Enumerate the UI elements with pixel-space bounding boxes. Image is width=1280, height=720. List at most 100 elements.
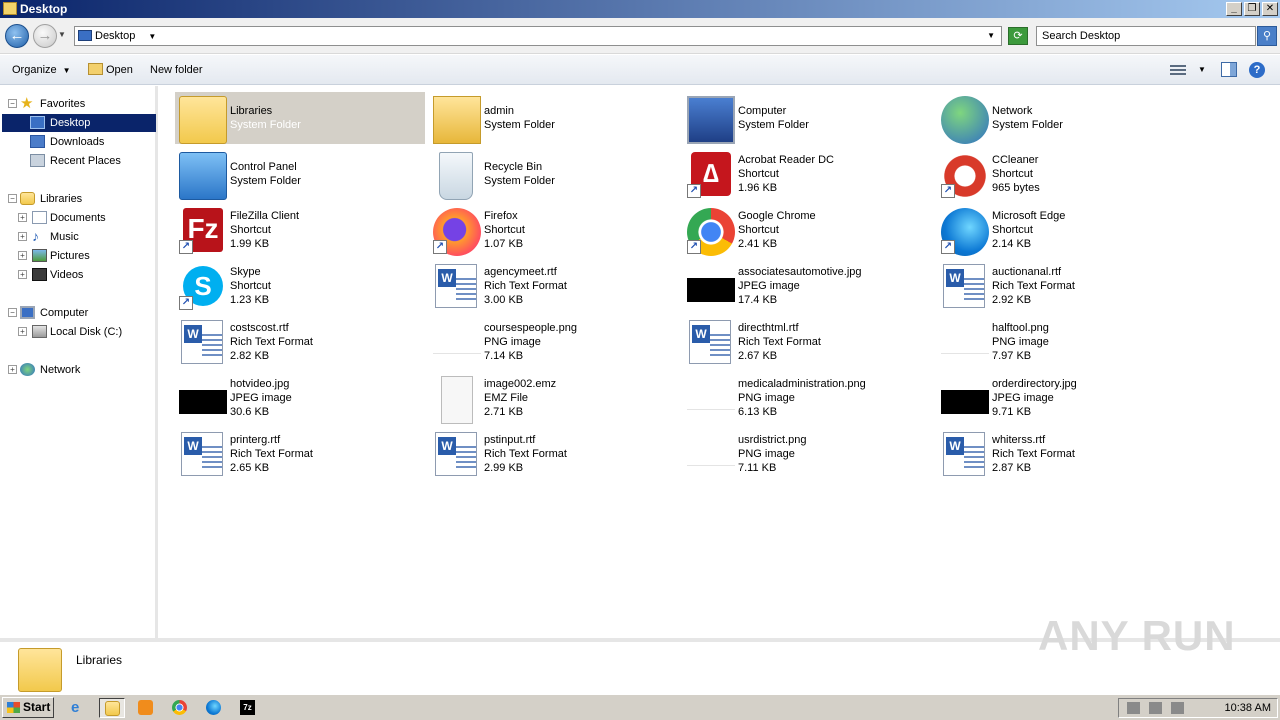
minimize-button[interactable]: _ [1226,2,1242,16]
file-item[interactable]: orderdirectory.jpg JPEG image 9.71 KB [937,372,1187,424]
nav-recent-places[interactable]: Recent Places [2,152,156,170]
file-item[interactable]: coursespeople.png PNG image 7.14 KB [429,316,679,368]
open-button[interactable]: Open [88,63,133,77]
maximize-button[interactable]: ❐ [1244,2,1260,16]
file-item[interactable]: admin System Folder [429,92,679,144]
file-item[interactable]: Recycle Bin System Folder [429,148,679,200]
file-size: 7.97 KB [992,350,1032,362]
change-view-icon[interactable] [1170,63,1186,77]
nav-videos[interactable]: + Videos [18,266,156,284]
file-item[interactable]: ↗ Firefox Shortcut 1.07 KB [429,204,679,256]
file-item[interactable]: S ↗ Skype Shortcut 1.23 KB [175,260,425,312]
rtf-document-icon: W [181,432,223,476]
collapse-icon[interactable]: − [8,99,17,108]
taskbar-chrome[interactable] [167,698,193,718]
address-crumb-desktop[interactable]: Desktop [95,30,135,42]
recent-pages-dropdown-icon[interactable]: ▼ [58,30,66,39]
file-item[interactable]: Libraries System Folder [175,92,425,144]
nav-computer[interactable]: − Computer [8,304,156,322]
nav-desktop[interactable]: Desktop [2,114,156,132]
preview-pane-icon[interactable] [1221,62,1237,77]
file-item[interactable]: associatesautomotive.jpg JPEG image 17.4 K… [683,260,933,312]
file-name: directhtml.rtf [738,322,799,334]
help-icon[interactable]: ? [1249,62,1265,78]
nav-documents[interactable]: + Documents [18,209,156,227]
file-item[interactable]: image002.emz EMZ File 2.71 KB [429,372,679,424]
clock[interactable]: 10:38 AM [1225,702,1271,714]
file-item[interactable]: Wdirecthtml.rtf Rich Text Format 2.67 KB [683,316,933,368]
file-item[interactable]: hotvideo.jpg JPEG image 30.6 KB [175,372,425,424]
file-item[interactable]: Wpstinput.rtf Rich Text Format 2.99 KB [429,428,679,480]
file-item[interactable]: Control Panel System Folder [175,148,425,200]
system-tray: 10:38 AM [1118,698,1278,718]
file-size: 2.71 KB [484,406,524,418]
taskbar-explorer[interactable] [99,698,125,718]
nav-favorites[interactable]: − ★ Favorites [8,95,156,113]
file-item[interactable]: Wagencymeet.rtf Rich Text Format 3.00 KB [429,260,679,312]
file-item[interactable]: Fz ↗ FileZilla Client Shortcut 1.99 KB [175,204,425,256]
taskbar-media-player[interactable] [133,698,159,718]
file-size: 1.23 KB [230,294,270,306]
expand-icon[interactable]: + [18,270,27,279]
file-item[interactable]: halftool.png PNG image 7.97 KB [937,316,1187,368]
start-button[interactable]: Start [2,697,54,718]
search-input[interactable]: Search Desktop [1036,26,1256,46]
file-name: Control Panel [230,161,297,173]
address-history-dropdown-icon[interactable]: ▼ [987,27,995,45]
file-item[interactable]: usrdistrict.png PNG image 7.11 KB [683,428,933,480]
new-folder-button[interactable]: New folder [150,63,203,77]
nav-downloads-label: Downloads [50,136,105,148]
chevron-down-icon[interactable]: ▼ [148,32,156,41]
file-type: PNG image [484,336,541,348]
forward-button[interactable]: → [33,24,57,48]
rtf-document-icon: W [689,320,731,364]
nav-libraries[interactable]: − Libraries [8,190,156,208]
network-status-icon[interactable] [1149,702,1162,714]
collapse-icon[interactable]: − [8,194,17,203]
file-name: Microsoft Edge [992,210,1066,222]
taskbar-internet-explorer[interactable]: e [66,698,92,718]
refresh-button[interactable]: ⟳ [1008,27,1028,45]
file-item[interactable]: Network System Folder [937,92,1187,144]
file-item[interactable]: Wauctionanal.rtf Rich Text Format 2.92 KB [937,260,1187,312]
expand-icon[interactable]: + [18,232,27,241]
chevron-down-icon: ▼ [62,66,71,75]
file-item[interactable]: Wwhiterss.rtf Rich Text Format 2.87 KB [937,428,1187,480]
file-size: 2.67 KB [738,350,778,362]
close-button[interactable]: ✕ [1262,2,1278,16]
file-item-text: CCleaner Shortcut 965 bytes [992,153,1040,195]
search-icon[interactable]: ⚲ [1257,26,1277,46]
nav-downloads[interactable]: Downloads [2,133,156,151]
file-item[interactable]: Computer System Folder [683,92,933,144]
organize-button[interactable]: Organize ▼ [12,63,71,78]
file-name: Recycle Bin [484,161,543,173]
expand-icon[interactable]: + [18,213,27,222]
file-item[interactable]: ↗ CCleaner Shortcut 965 bytes [937,148,1187,200]
taskbar-7zip[interactable]: 7z [235,698,261,718]
back-button[interactable]: ← [5,24,29,48]
nav-music[interactable]: + ♪ Music [18,228,156,246]
file-item[interactable]: Wcostscost.rtf Rich Text Format 2.82 KB [175,316,425,368]
taskbar-edge[interactable] [201,698,227,718]
expand-icon[interactable]: + [8,365,17,374]
collapse-icon[interactable]: − [8,308,17,317]
nav-network[interactable]: + Network [8,361,156,379]
address-field[interactable]: Desktop ▼ ▼ [74,26,1002,46]
file-name: auctionanal.rtf [992,266,1062,278]
nav-pictures[interactable]: + Pictures [18,247,156,265]
volume-icon[interactable] [1127,702,1140,714]
file-type: Shortcut [738,168,779,180]
action-center-flag-icon[interactable] [1171,702,1184,714]
expand-icon[interactable]: + [18,327,27,336]
hard-drive-icon [32,325,47,338]
file-item[interactable]: Wprinterg.rtf Rich Text Format 2.65 KB [175,428,425,480]
file-item[interactable]: ∆ ↗ Acrobat Reader DC Shortcut 1.96 KB [683,148,933,200]
file-item-text: Control Panel System Folder [230,160,301,188]
view-options-dropdown-icon[interactable]: ▼ [1198,65,1206,74]
file-item[interactable]: ↗ Microsoft Edge Shortcut 2.14 KB [937,204,1187,256]
file-item[interactable]: medicaladministration.png PNG image 6.13 K… [683,372,933,424]
expand-icon[interactable]: + [18,251,27,260]
window-title-bar[interactable]: Desktop _ ❐ ✕ [0,0,1280,18]
file-item[interactable]: ↗ Google Chrome Shortcut 2.41 KB [683,204,933,256]
nav-local-disk[interactable]: + Local Disk (C:) [18,323,156,341]
